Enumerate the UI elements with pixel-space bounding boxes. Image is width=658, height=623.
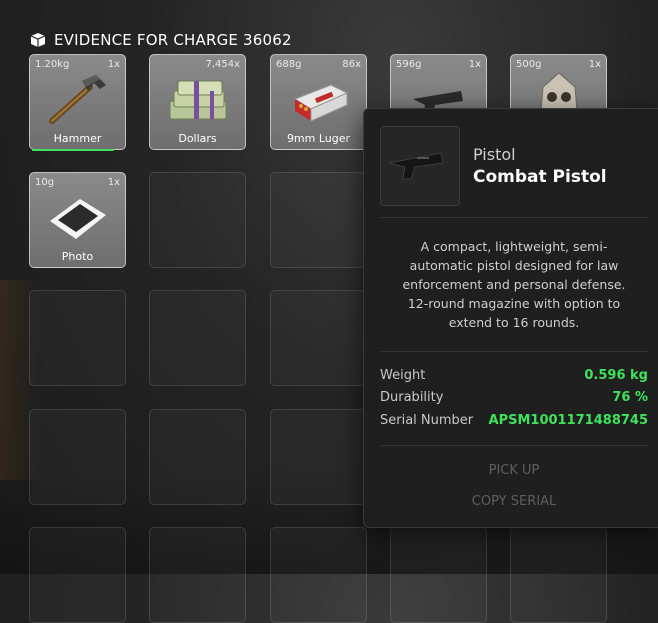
stat-row-durability: Durability 76 % <box>380 390 648 408</box>
item-name: 9mm Luger <box>286 132 351 145</box>
inventory-slot-empty[interactable] <box>270 527 367 623</box>
item-quantity: 7,454x <box>205 59 240 70</box>
item-tooltip: Pistol Combat Pistol A compact, lightwei… <box>363 108 658 528</box>
divider <box>380 445 648 446</box>
tooltip-description: A compact, lightweight, semi-automatic p… <box>402 239 626 330</box>
stat-label: Weight <box>380 368 426 383</box>
inventory-slot-empty[interactable] <box>29 409 126 505</box>
inventory-slot-empty[interactable] <box>510 527 607 623</box>
item-name: Photo <box>61 250 94 263</box>
inventory-slot-empty[interactable] <box>390 527 487 623</box>
cash-stack-icon <box>169 80 227 120</box>
inventory-slot-photo[interactable]: 10g 1x Photo <box>29 172 126 268</box>
stat-value: 0.596 kg <box>584 368 648 383</box>
ammo-box-icon <box>293 84 349 122</box>
photo-icon <box>50 199 106 239</box>
item-weight: 500g <box>516 59 542 70</box>
inventory-slot-empty[interactable] <box>149 409 246 505</box>
divider <box>380 351 648 352</box>
tooltip-thumbnail <box>380 126 460 206</box>
item-quantity: 86x <box>342 59 361 70</box>
evidence-title: EVIDENCE FOR CHARGE 36062 <box>54 31 292 49</box>
stat-value: 76 % <box>612 390 648 405</box>
copy-serial-button[interactable]: COPY SERIAL <box>380 490 648 514</box>
stat-row-weight: Weight 0.596 kg <box>380 368 648 386</box>
inventory-slot-dollars[interactable]: 7,454x Dollars <box>149 54 246 150</box>
durability-bar <box>32 149 114 151</box>
item-quantity: 1x <box>107 59 120 70</box>
divider <box>380 217 648 218</box>
inventory-slot-empty[interactable] <box>149 172 246 268</box>
inventory-slot-9mm-luger[interactable]: 688g 86x 9mm Luger <box>270 54 367 150</box>
inventory-slot-hammer[interactable]: 1.20kg 1x Hammer <box>29 54 126 151</box>
item-name: Hammer <box>53 132 102 145</box>
box-icon <box>30 33 46 47</box>
inventory-slot-empty[interactable] <box>149 290 246 386</box>
item-weight: 688g <box>276 59 302 70</box>
stat-label: Serial Number <box>380 413 474 428</box>
inventory-slot-empty[interactable] <box>29 527 126 623</box>
pistol-icon <box>388 152 444 180</box>
inventory-slot-empty[interactable] <box>270 409 367 505</box>
inventory-slot-empty[interactable] <box>149 527 246 623</box>
item-quantity: 1x <box>588 59 601 70</box>
hammer-icon <box>49 75 106 124</box>
tooltip-item-name: Combat Pistol <box>473 167 607 187</box>
item-quantity: 1x <box>468 59 481 70</box>
stat-value: APSM1001171488745 <box>488 413 648 428</box>
inventory-slot-empty[interactable] <box>270 290 367 386</box>
item-weight: 1.20kg <box>35 59 70 70</box>
inventory-slot-empty[interactable] <box>270 172 367 268</box>
tooltip-category: Pistol <box>473 145 516 164</box>
item-name: Dollars <box>178 132 217 145</box>
item-weight: 10g <box>35 177 55 188</box>
pick-up-button[interactable]: PICK UP <box>380 459 648 483</box>
stat-label: Durability <box>380 390 444 405</box>
stat-row-serial: Serial Number APSM1001171488745 <box>380 413 648 431</box>
inventory-header: EVIDENCE FOR CHARGE 36062 <box>30 30 292 50</box>
inventory-slot-empty[interactable] <box>29 290 126 386</box>
item-quantity: 1x <box>107 177 120 188</box>
item-weight: 596g <box>396 59 422 70</box>
